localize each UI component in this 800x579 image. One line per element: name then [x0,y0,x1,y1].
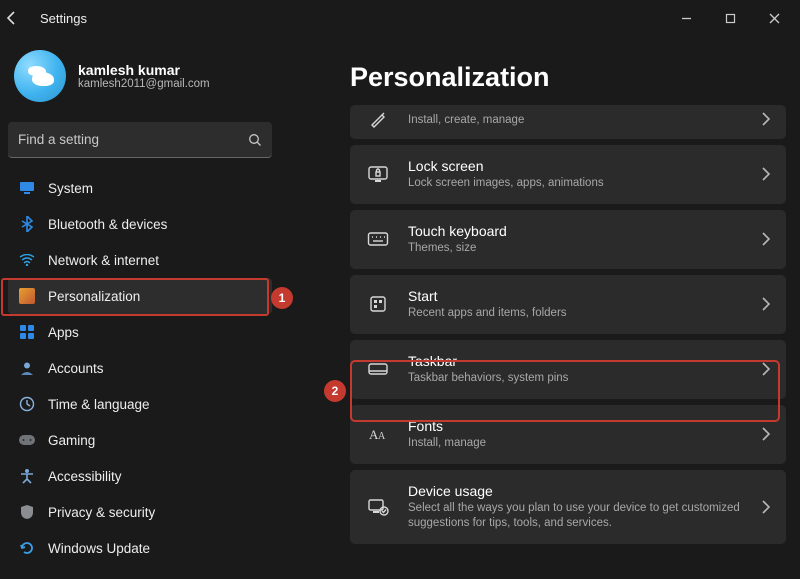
search-input-wrap[interactable] [8,122,272,158]
profile-name: kamlesh kumar [78,62,210,78]
chevron-right-icon [762,167,770,181]
privacy-icon [18,503,36,521]
pen-icon [366,109,390,129]
sidebar-item-update[interactable]: Windows Update [8,530,272,566]
search-input[interactable] [18,132,248,147]
card-start[interactable]: Start Recent apps and items, folders [350,275,786,334]
system-icon [18,179,36,197]
card-taskbar[interactable]: Taskbar Taskbar behaviors, system pins [350,340,786,399]
back-button[interactable] [4,10,36,26]
chevron-right-icon [762,112,770,126]
card-subtitle: Select all the ways you plan to use your… [408,501,744,531]
card-lockscreen[interactable]: Lock screen Lock screen images, apps, ani… [350,145,786,204]
card-subtitle: Install, manage [408,436,744,451]
maximize-button[interactable] [708,3,752,33]
app-title: Settings [40,11,87,26]
sidebar-item-label: System [48,181,93,196]
sidebar-item-label: Apps [48,325,79,340]
gaming-icon [18,431,36,449]
sidebar-item-label: Privacy & security [48,505,155,520]
annotation-badge-1: 1 [271,287,293,309]
sidebar-item-label: Personalization [48,289,140,304]
avatar [14,50,66,102]
sidebar-item-network[interactable]: Network & internet [8,242,272,278]
card-title: Lock screen [408,158,744,174]
card-fonts[interactable]: AA Fonts Install, manage [350,405,786,464]
svg-text:A: A [378,431,386,442]
sidebar-item-label: Network & internet [48,253,159,268]
card-subtitle: Themes, size [408,241,744,256]
lockscreen-icon [366,165,390,183]
card-subtitle: Recent apps and items, folders [408,306,744,321]
device-usage-icon [366,498,390,516]
minimize-button[interactable] [664,3,708,33]
search-icon [248,133,262,147]
profile-email: kamlesh2011@gmail.com [78,78,210,90]
taskbar-icon [366,361,390,377]
card-pen[interactable]: Install, create, manage [350,105,786,139]
sidebar-item-apps[interactable]: Apps [8,314,272,350]
card-keyboard[interactable]: Touch keyboard Themes, size [350,210,786,269]
network-icon [18,251,36,269]
sidebar-item-label: Gaming [48,433,95,448]
accessibility-icon [18,467,36,485]
sidebar-item-label: Accounts [48,361,104,376]
sidebar-item-personalization[interactable]: Personalization [8,278,272,314]
bluetooth-icon [18,215,36,233]
titlebar: Settings [0,0,800,36]
settings-cards: Install, create, manageLock screenLock s… [350,105,786,544]
apps-icon [18,323,36,341]
update-icon [18,539,36,557]
main-panel: Personalization Install, create, manage L… [280,36,800,579]
card-device-usage[interactable]: Device usage Select all the ways you plan… [350,470,786,544]
chevron-right-icon [762,500,770,514]
sidebar-item-label: Accessibility [48,469,122,484]
fonts-icon: AA [366,425,390,443]
card-subtitle: Taskbar behaviors, system pins [408,371,744,386]
sidebar-item-time[interactable]: Time & language [8,386,272,422]
sidebar-item-bluetooth[interactable]: Bluetooth & devices [8,206,272,242]
sidebar-item-accounts[interactable]: Accounts [8,350,272,386]
sidebar-item-privacy[interactable]: Privacy & security [8,494,272,530]
keyboard-icon [366,231,390,247]
chevron-right-icon [762,427,770,441]
chevron-right-icon [762,232,770,246]
sidebar-item-label: Bluetooth & devices [48,217,167,232]
sidebar-item-label: Windows Update [48,541,150,556]
time-icon [18,395,36,413]
card-title: Device usage [408,483,744,499]
chevron-right-icon [762,362,770,376]
profile[interactable]: kamlesh kumar kamlesh2011@gmail.com [8,44,272,116]
card-title: Touch keyboard [408,223,744,239]
sidebar-item-gaming[interactable]: Gaming [8,422,272,458]
close-button[interactable] [752,3,796,33]
page-title: Personalization [350,62,786,93]
annotation-badge-2: 2 [324,380,346,402]
start-icon [366,294,390,314]
card-subtitle: Install, create, manage [408,113,744,128]
sidebar-item-system[interactable]: System [8,170,272,206]
card-title: Taskbar [408,353,744,369]
sidebar: kamlesh kumar kamlesh2011@gmail.com Syst… [0,36,280,579]
chevron-right-icon [762,297,770,311]
sidebar-item-accessibility[interactable]: Accessibility [8,458,272,494]
nav-list: System Bluetooth & devices Network & inter… [8,170,272,566]
sidebar-item-label: Time & language [48,397,150,412]
accounts-icon [18,359,36,377]
card-subtitle: Lock screen images, apps, animations [408,176,744,191]
card-title: Start [408,288,744,304]
personalization-icon [18,287,36,305]
card-title: Fonts [408,418,744,434]
